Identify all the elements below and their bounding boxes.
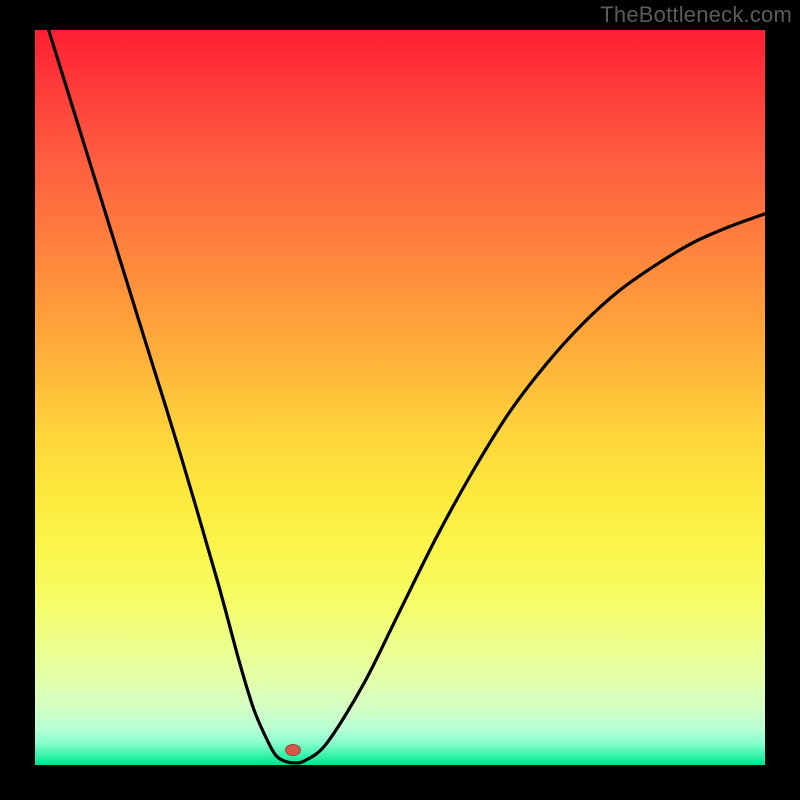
watermark-label: TheBottleneck.com: [600, 2, 792, 28]
bottleneck-curve: [35, 30, 765, 763]
curve-svg: [35, 30, 765, 765]
chart-frame: TheBottleneck.com: [0, 0, 800, 800]
optimum-marker: [285, 744, 301, 756]
plot-area: [35, 30, 765, 765]
